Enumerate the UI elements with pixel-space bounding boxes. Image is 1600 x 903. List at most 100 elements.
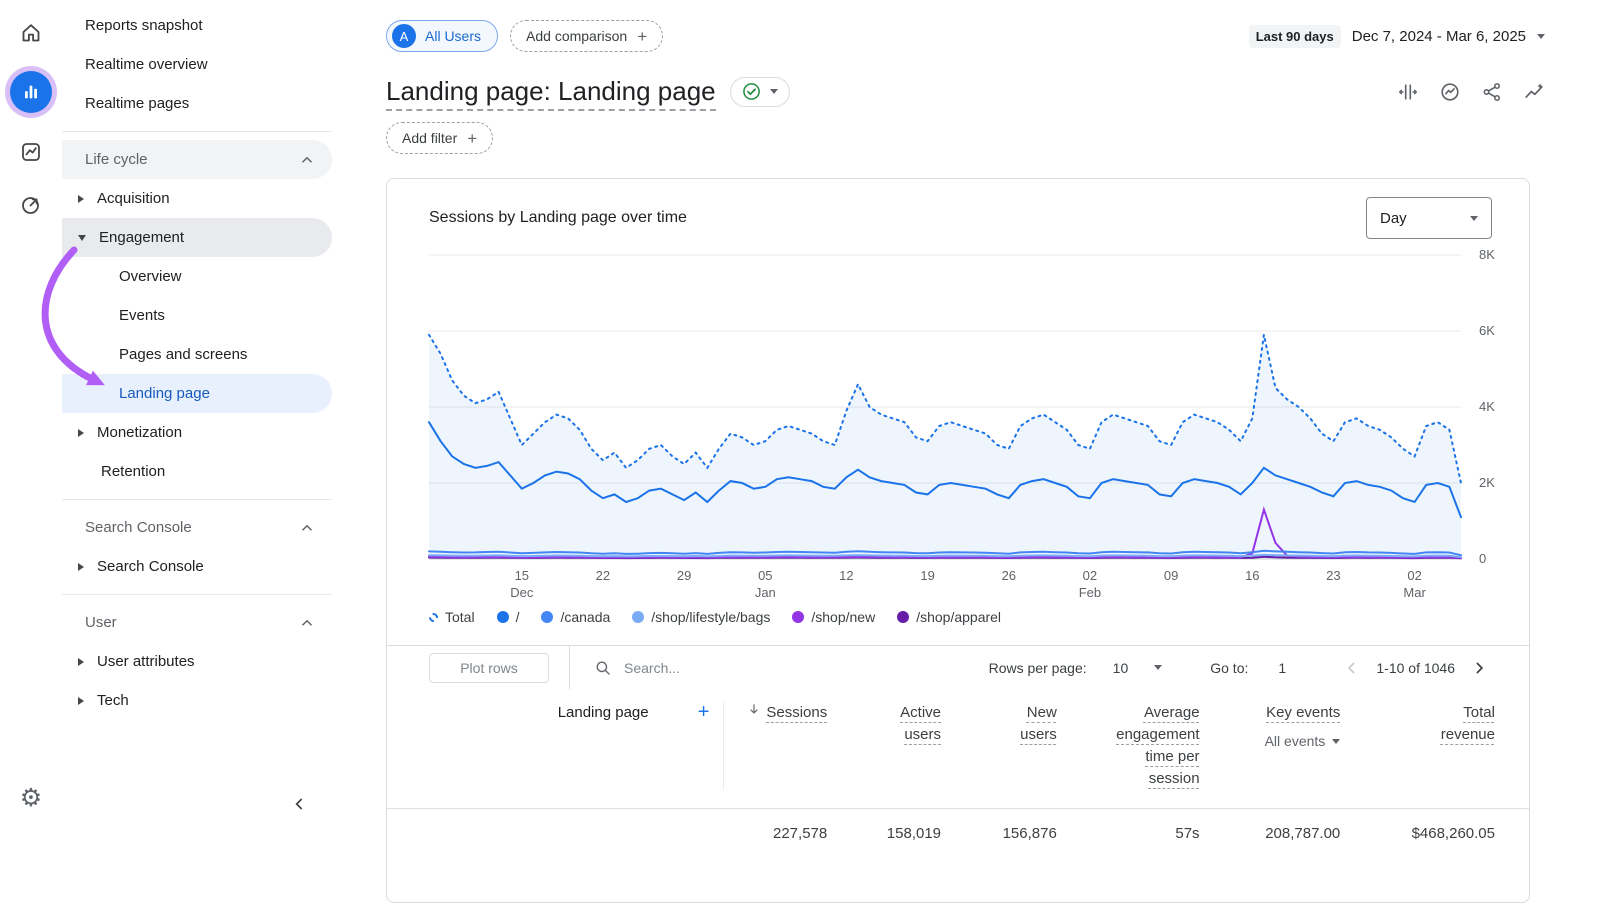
y-axis-label: 6K [1479, 323, 1495, 338]
table-search [594, 658, 989, 677]
column-header-avg-engagement[interactable]: Average engagement time per session [1057, 702, 1199, 790]
sidebar-item-label: Realtime pages [85, 95, 190, 112]
add-dimension-button[interactable]: + [698, 702, 710, 722]
sidebar-item-realtime-overview[interactable]: Realtime overview [62, 45, 332, 84]
section-header-life-cycle[interactable]: Life cycle [62, 140, 332, 179]
column-header-active-users[interactable]: Active users [827, 702, 941, 746]
sidebar-item-reports-snapshot[interactable]: Reports snapshot [62, 6, 332, 45]
report-card: Sessions by Landing page over time Day 8… [386, 178, 1530, 903]
sidebar-item-label: Events [119, 307, 165, 324]
home-icon[interactable] [10, 12, 52, 54]
sidebar-item-label: Overview [119, 268, 182, 285]
sidebar-item-events[interactable]: Events [62, 296, 332, 335]
column-header-sessions[interactable]: Sessions [724, 702, 827, 724]
date-range-text: Dec 7, 2024 - Mar 6, 2025 [1351, 27, 1526, 45]
rows-per-page-value: 10 [1112, 659, 1129, 676]
report-main: A All Users Add comparison + Last 90 day… [382, 0, 1600, 903]
legend-label: /shop/lifestyle/bags [651, 609, 771, 625]
totals-dimension-cell [483, 825, 725, 842]
goto-page-input[interactable]: 1 [1278, 660, 1292, 676]
sidebar-item-realtime-pages[interactable]: Realtime pages [62, 84, 332, 123]
x-axis-label: 09 [1163, 568, 1179, 583]
collapse-sidebar-button[interactable] [290, 794, 310, 818]
insights-icon[interactable] [1439, 81, 1461, 103]
report-title-row: Landing page: Landing page [386, 76, 1545, 111]
legend-label: Total [445, 609, 475, 625]
check-circle-icon [742, 83, 760, 100]
totals-new-users: 156,876 [1002, 825, 1057, 842]
sidebar-item-monetization[interactable]: Monetization [62, 413, 332, 452]
comparison-bar: A All Users Add comparison + Last 90 day… [386, 20, 1545, 52]
share-icon[interactable] [1481, 81, 1503, 103]
plot-rows-button[interactable]: Plot rows [429, 652, 549, 683]
search-input[interactable] [622, 658, 842, 677]
legend-item[interactable]: /shop/apparel [897, 609, 1001, 625]
x-axis-label: 15 Dec [510, 568, 534, 600]
table-totals-row: 227,578 158,019 156,876 57s 208,787.00 $… [387, 809, 1529, 842]
toolbar-divider [569, 646, 570, 689]
x-axis-label: 26 [1001, 568, 1017, 583]
legend-swatch [632, 611, 645, 623]
section-header-search-console[interactable]: Search Console [62, 508, 332, 547]
column-header-key-events[interactable]: Key events All events [1200, 702, 1341, 749]
rows-per-page-label: Rows per page: [988, 659, 1087, 676]
comparisons-icon[interactable] [1397, 81, 1419, 103]
all-users-comparison-pill[interactable]: A All Users [386, 20, 499, 52]
sidebar-item-overview[interactable]: Overview [62, 257, 332, 296]
column-header-total-revenue[interactable]: Total revenue [1340, 702, 1495, 746]
column-header-new-users[interactable]: New users [941, 702, 1057, 746]
sidebar-divider [62, 131, 332, 132]
sidebar-item-search-console[interactable]: Search Console [62, 547, 332, 586]
add-filter-label: Add filter [402, 130, 458, 146]
sidebar-item-label: Landing page [119, 385, 210, 402]
legend-item[interactable]: / [496, 609, 520, 625]
goto-label: Go to: [1210, 659, 1249, 676]
reports-icon[interactable] [10, 71, 52, 113]
legend-item[interactable]: /canada [541, 609, 610, 625]
date-range-picker[interactable]: Last 90 days Dec 7, 2024 - Mar 6, 2025 [1248, 24, 1545, 48]
add-filter-button[interactable]: Add filter + [386, 122, 494, 154]
explore-icon[interactable] [10, 131, 52, 173]
section-header-user[interactable]: User [62, 603, 332, 642]
x-axis-label: 16 [1245, 568, 1260, 583]
y-axis-label: 8K [1479, 247, 1495, 262]
expand-arrow-icon [78, 696, 84, 705]
legend-swatch [496, 611, 509, 623]
y-axis-label: 2K [1479, 475, 1495, 490]
sidebar-item-landing-page[interactable]: Landing page [62, 374, 332, 413]
advertising-icon[interactable] [10, 184, 52, 226]
section-label: User [85, 614, 117, 631]
x-axis-label: 02 Mar [1403, 568, 1426, 600]
reports-sidebar: Reports snapshot Realtime overview Realt… [62, 0, 382, 848]
add-comparison-button[interactable]: Add comparison + [510, 20, 664, 52]
admin-gear-icon[interactable]: ⚙ [20, 783, 42, 812]
legend-item[interactable]: /shop/lifestyle/bags [632, 609, 770, 625]
rows-per-page-select[interactable]: 10 [1113, 660, 1163, 676]
chevron-down-icon [1332, 738, 1341, 744]
legend-label: /shop/apparel [916, 609, 1002, 625]
sidebar-item-user-attributes[interactable]: User attributes [62, 642, 332, 681]
customize-report-icon[interactable] [1523, 81, 1545, 103]
sidebar-item-engagement[interactable]: Engagement [62, 218, 332, 257]
legend-item[interactable]: Total [429, 609, 475, 625]
x-axis-label: 19 [920, 568, 935, 583]
next-page-icon[interactable] [1469, 658, 1489, 678]
chevron-up-icon [301, 524, 313, 531]
sidebar-item-tech[interactable]: Tech [62, 681, 332, 720]
chart-title: Sessions by Landing page over time [429, 209, 687, 226]
legend-label: / [515, 609, 520, 625]
previous-page-icon[interactable] [1342, 658, 1362, 678]
key-events-filter-select[interactable]: All events [1265, 733, 1341, 749]
legend-item[interactable]: /shop/new [792, 609, 875, 625]
granularity-select[interactable]: Day [1366, 197, 1492, 239]
sidebar-item-label: Retention [101, 463, 166, 480]
sidebar-item-label: Reports snapshot [85, 17, 203, 34]
sidebar-item-retention[interactable]: Retention [62, 452, 332, 491]
add-comparison-label: Add comparison [526, 28, 628, 44]
sidebar-item-pages-and-screens[interactable]: Pages and screens [62, 335, 332, 374]
x-axis-label: 02 Feb [1078, 568, 1102, 600]
filter-bar: Add filter + [386, 122, 1545, 154]
data-quality-menu[interactable] [729, 76, 790, 107]
sidebar-item-label: Pages and screens [119, 346, 248, 363]
sidebar-item-acquisition[interactable]: Acquisition [62, 179, 332, 218]
